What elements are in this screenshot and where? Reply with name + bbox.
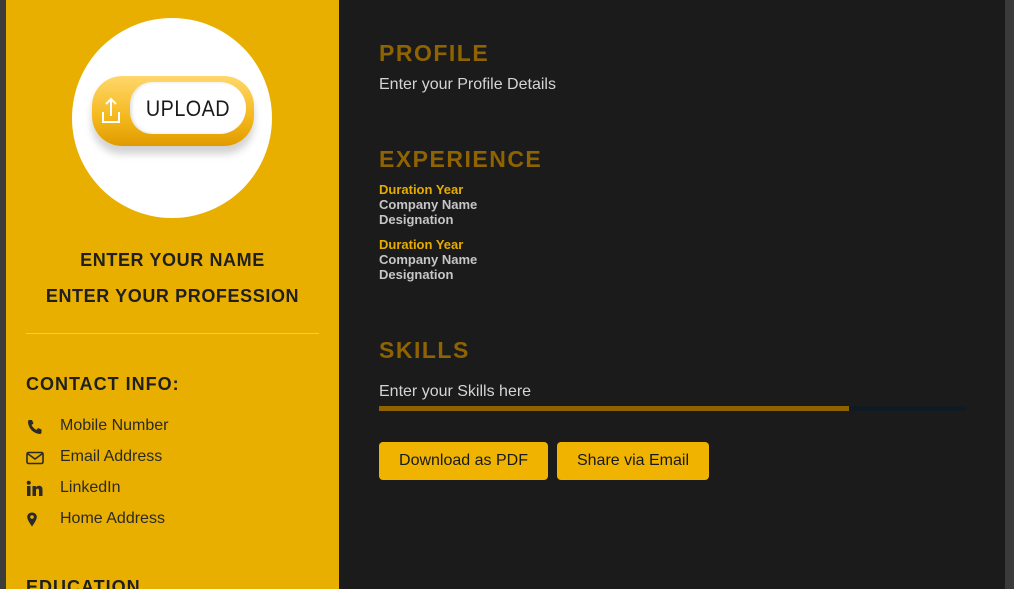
contact-mobile-label: Mobile Number	[60, 417, 169, 434]
contact-address: Home Address	[26, 509, 316, 531]
experience-designation: Designation	[379, 212, 454, 227]
window-right-edge	[1005, 0, 1014, 589]
contact-address-label: Home Address	[60, 510, 165, 527]
skill-progress-fill	[379, 406, 849, 411]
phone-icon	[28, 420, 42, 434]
skills-text: Enter your Skills here	[379, 383, 532, 400]
contact-mobile: Mobile Number	[26, 416, 316, 438]
contact-linkedin-label: LinkedIn	[60, 479, 121, 496]
experience-company: Company Name	[379, 197, 478, 212]
skills-title: SKILLS	[379, 337, 470, 363]
contact-info-title: CONTACT INFO:	[26, 374, 180, 394]
profile-text: Enter your Profile Details	[379, 76, 556, 93]
main-content: PROFILE Enter your Profile Details EXPER…	[339, 0, 1005, 589]
profile-title: PROFILE	[379, 40, 490, 66]
education-title: EDUCATION	[26, 577, 141, 589]
download-pdf-button[interactable]: Download as PDF	[379, 442, 548, 480]
share-email-button[interactable]: Share via Email	[557, 442, 709, 480]
experience-duration: Duration Year	[379, 182, 464, 197]
experience-company: Company Name	[379, 252, 478, 267]
name-heading: ENTER YOUR NAME	[80, 250, 265, 270]
map-marker-icon	[27, 512, 37, 527]
contact-email-label: Email Address	[60, 448, 163, 465]
upload-label-box: UPLOAD	[130, 82, 246, 134]
sidebar-divider	[26, 333, 319, 334]
experience-duration: Duration Year	[379, 237, 464, 252]
upload-label: UPLOAD	[145, 96, 231, 121]
experience-designation: Designation	[379, 267, 454, 282]
profession-heading: ENTER YOUR PROFESSION	[45, 286, 300, 306]
skill-progress-bar	[379, 406, 966, 411]
linkedin-icon	[26, 480, 43, 496]
contact-email: Email Address	[26, 447, 316, 469]
contact-linkedin: LinkedIn	[26, 478, 316, 500]
sidebar: UPLOAD ENTER YOUR NAME ENTER YOUR PROFES…	[6, 0, 339, 589]
upload-badge: UPLOAD	[92, 76, 254, 146]
experience-title: EXPERIENCE	[379, 146, 543, 172]
upload-icon	[102, 97, 120, 123]
envelope-icon	[26, 451, 44, 465]
profile-photo-upload[interactable]: UPLOAD	[72, 18, 272, 218]
